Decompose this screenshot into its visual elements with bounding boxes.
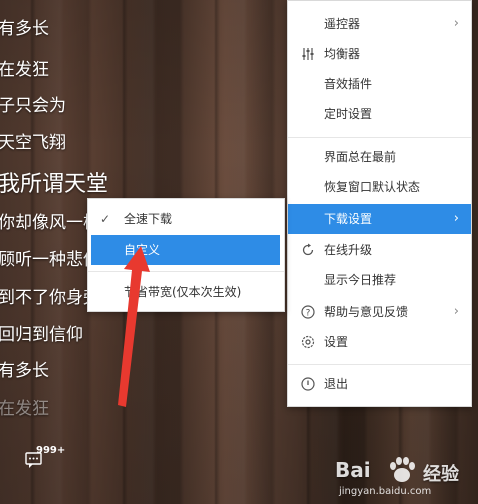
menu-item-label: 帮助与意见反馈 bbox=[324, 305, 409, 319]
watermark-brand: Bai bbox=[335, 458, 371, 482]
menu-item-label: 下载设置 bbox=[324, 212, 373, 226]
menu-item-settings[interactable]: 设置 bbox=[288, 327, 471, 357]
watermark-url: jingyan.baidu.com bbox=[339, 486, 432, 497]
lyric-line: 到不了你身旁 bbox=[0, 288, 100, 308]
lyric-line: 回归到信仰 bbox=[0, 325, 83, 345]
lyric-line: 子只会为 bbox=[0, 96, 66, 116]
chevron-right-icon: › bbox=[453, 304, 459, 319]
comment-count-badge: 999+ bbox=[36, 445, 66, 456]
menu-item-label: 显示今日推荐 bbox=[324, 273, 397, 287]
lyric-line: 在发狂 bbox=[0, 60, 49, 80]
menu-item-label: 音效插件 bbox=[324, 77, 373, 91]
chevron-right-icon: › bbox=[453, 211, 459, 226]
menu-divider bbox=[288, 137, 471, 138]
lyric-line: 有多长 bbox=[0, 19, 49, 39]
menu-item-label: 界面总在最前 bbox=[324, 150, 397, 164]
equalizer-icon bbox=[300, 39, 316, 69]
menu-item-equalizer[interactable]: 均衡器 bbox=[288, 39, 471, 69]
settings-icon bbox=[300, 327, 316, 357]
update-icon bbox=[300, 235, 316, 265]
menu-item-sound-plugin[interactable]: 音效插件 bbox=[288, 69, 471, 99]
paw-icon bbox=[385, 456, 419, 488]
menu-item-help-feedback[interactable]: ? 帮助与意见反馈 › bbox=[288, 297, 471, 327]
menu-item-label: 均衡器 bbox=[324, 47, 361, 61]
menu-item-label: 恢复窗口默认状态 bbox=[324, 180, 421, 194]
menu-item-download-settings[interactable]: 下载设置 › bbox=[288, 204, 471, 234]
menu-item-daily-recommend[interactable]: 显示今日推荐 bbox=[288, 265, 471, 295]
watermark-brand-suffix: 经验 bbox=[423, 464, 459, 485]
menu-divider bbox=[288, 364, 471, 365]
submenu-divider bbox=[88, 271, 284, 272]
submenu-item-label: 节省带宽(仅本次生效) bbox=[124, 285, 242, 299]
lyric-line: 在发狂 bbox=[0, 399, 49, 419]
power-icon bbox=[300, 369, 316, 399]
menu-item-always-on-top[interactable]: 界面总在最前 bbox=[288, 142, 471, 172]
help-icon: ? bbox=[300, 297, 316, 327]
menu-item-label: 遥控器 bbox=[324, 17, 361, 31]
checkmark-icon: ✓ bbox=[100, 212, 111, 226]
menu-item-label: 退出 bbox=[324, 377, 349, 391]
svg-text:?: ? bbox=[306, 308, 311, 318]
menu-item-timer[interactable]: 定时设置 bbox=[288, 99, 471, 129]
lyric-line: 天空飞翔 bbox=[0, 133, 66, 153]
download-settings-submenu: ✓ 全速下载 自定义 节省带宽(仅本次生效) bbox=[87, 198, 285, 312]
menu-item-label: 设置 bbox=[324, 335, 349, 349]
lyric-line: 你却像风一样 bbox=[0, 213, 100, 233]
lyric-line-current: 我所谓天堂 bbox=[0, 172, 109, 197]
submenu-item-custom[interactable]: 自定义 bbox=[91, 235, 280, 265]
lyric-line: 有多长 bbox=[0, 361, 49, 381]
menu-item-remote[interactable]: 遥控器 › bbox=[288, 9, 471, 39]
menu-item-label: 定时设置 bbox=[324, 107, 373, 121]
submenu-item-save-bandwidth[interactable]: 节省带宽(仅本次生效) bbox=[88, 277, 284, 307]
lyric-line: 顾听一种悲伤 bbox=[0, 250, 100, 270]
baidu-jingyan-watermark: Bai 经验 jingyan.baidu.com bbox=[335, 456, 475, 500]
submenu-item-label: 自定义 bbox=[124, 243, 161, 257]
menu-item-label: 在线升级 bbox=[324, 243, 373, 257]
menu-item-online-update[interactable]: 在线升级 bbox=[288, 235, 471, 265]
chevron-right-icon: › bbox=[453, 16, 459, 31]
menu-item-exit[interactable]: 退出 bbox=[288, 369, 471, 399]
submenu-item-full-speed[interactable]: ✓ 全速下载 bbox=[88, 204, 284, 234]
submenu-item-label: 全速下载 bbox=[124, 212, 173, 226]
main-context-menu: 遥控器 › 均衡器 音效插件 定时设置 界面总在最前 恢复窗口默认状态 下载设置… bbox=[287, 0, 472, 407]
menu-item-restore-window[interactable]: 恢复窗口默认状态 bbox=[288, 172, 471, 202]
